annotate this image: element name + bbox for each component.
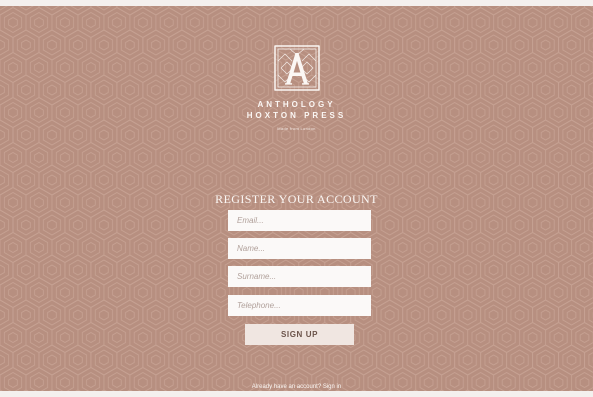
anthology-a-monogram-icon bbox=[273, 45, 320, 91]
brand-tagline: Made from London bbox=[277, 126, 316, 131]
brand-name-line1: ANTHOLOGY bbox=[257, 100, 336, 109]
register-screen: ANTHOLOGY HOXTON PRESS Made from London … bbox=[0, 0, 593, 397]
form-title: REGISTER YOUR ACCOUNT bbox=[215, 192, 378, 206]
sign-up-button[interactable]: SIGN UP bbox=[245, 324, 354, 345]
signin-prompt-text: Already have an account? bbox=[251, 384, 322, 390]
bottom-frame-border bbox=[0, 391, 593, 397]
email-field[interactable] bbox=[228, 210, 371, 231]
brand-name-line2: HOXTON PRESS bbox=[246, 111, 347, 120]
name-field[interactable] bbox=[228, 238, 371, 259]
top-frame-border bbox=[0, 0, 593, 6]
surname-field[interactable] bbox=[228, 266, 371, 287]
telephone-field[interactable] bbox=[228, 295, 371, 316]
sign-in-link[interactable]: Sign in bbox=[323, 384, 341, 390]
signin-prompt-row: Already have an account? Sign in bbox=[0, 384, 593, 390]
brand-block: ANTHOLOGY HOXTON PRESS Made from London bbox=[0, 44, 593, 131]
